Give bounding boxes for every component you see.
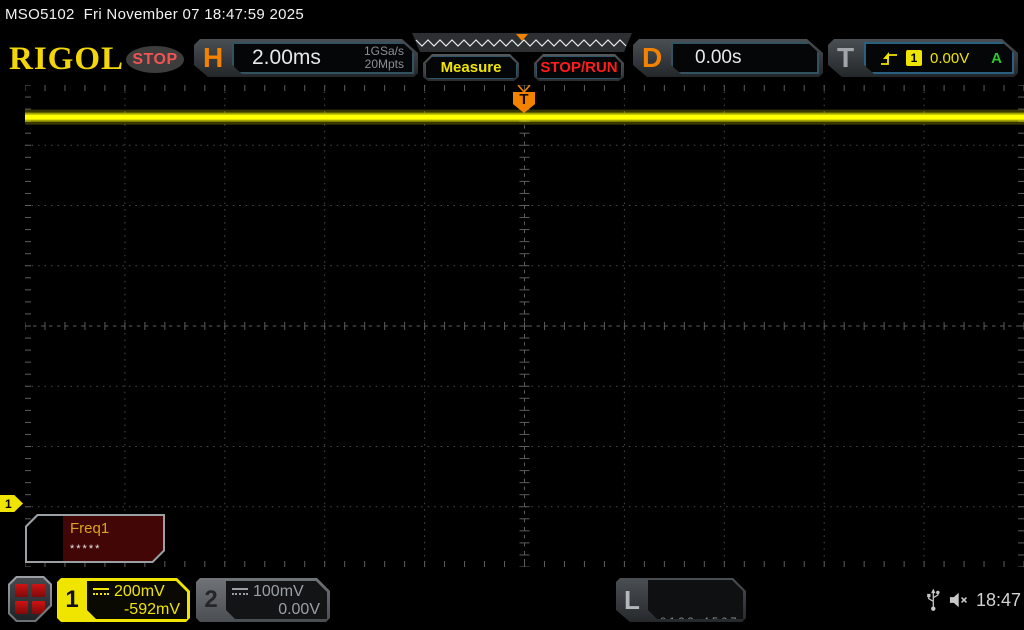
title-bar: MSO5102 Fri November 07 18:47:59 2025 bbox=[5, 6, 304, 23]
horizontal-value-box: 2.00ms 1GSa/s 20Mpts bbox=[232, 42, 414, 74]
trigger-panel[interactable]: T 1 0.00V A bbox=[828, 39, 1018, 77]
datetime-text: Fri November 07 18:47:59 2025 bbox=[83, 6, 305, 23]
delay-value-box: 0.00s bbox=[671, 42, 819, 74]
timebase-value: 2.00ms bbox=[252, 46, 321, 69]
channel-1-number: 1 bbox=[65, 586, 79, 613]
horizontal-panel[interactable]: H 2.00ms 1GSa/s 20Mpts bbox=[194, 39, 418, 77]
channel-2-number: 2 bbox=[204, 586, 218, 613]
logic-analyzer-badge[interactable]: L 0 1 2 3 4 5 6 7 8 9 1011 12131415 bbox=[616, 578, 746, 622]
red-grid-icon bbox=[10, 578, 50, 620]
delay-label: D bbox=[642, 42, 663, 73]
measurement-box-inner: Freq1 ***** bbox=[27, 516, 163, 561]
channel-1-offset: -592mV bbox=[123, 601, 180, 618]
ch1-ground-marker[interactable]: 1 bbox=[0, 495, 23, 512]
oscilloscope-screen: MSO5102 Fri November 07 18:47:59 2025 RI… bbox=[0, 0, 1024, 630]
trigger-value-box: 1 0.00V A bbox=[864, 42, 1014, 74]
logic-row-1: 0 1 2 3 4 5 6 7 bbox=[660, 616, 737, 628]
trigger-label: T bbox=[837, 42, 855, 73]
preview-trigger-position-icon bbox=[516, 34, 528, 41]
trigger-position-marker[interactable]: T bbox=[512, 85, 536, 113]
rising-edge-trigger-icon bbox=[880, 50, 898, 67]
measure-button[interactable]: Measure bbox=[423, 54, 519, 81]
trigger-open-triangle-icon bbox=[517, 85, 531, 93]
waveform-preview-strip[interactable] bbox=[412, 33, 632, 52]
clock-text: 18:47 bbox=[975, 589, 1021, 610]
measurement-box-freq1[interactable]: Freq1 ***** bbox=[25, 514, 165, 563]
speaker-muted-icon[interactable] bbox=[948, 591, 969, 609]
dc-coupling-icon bbox=[93, 588, 109, 595]
measurement-name: Freq1 bbox=[70, 520, 110, 537]
measurement-value: ***** bbox=[70, 543, 102, 555]
trigger-level-value: 0.00V bbox=[930, 49, 970, 67]
channel-1-scale: 200mV bbox=[114, 583, 165, 600]
logic-channel-list: 0 1 2 3 4 5 6 7 8 9 1011 12131415 bbox=[648, 580, 743, 619]
acquisition-status-badge: STOP bbox=[126, 46, 184, 73]
channel-2-scale: 100mV bbox=[253, 583, 304, 600]
acquisition-rates: 1GSa/s 20Mpts bbox=[364, 45, 404, 71]
delay-panel[interactable]: D 0.00s bbox=[633, 39, 823, 77]
dc-coupling-icon bbox=[232, 588, 248, 595]
channel-2-values: 100mV 0.00V bbox=[226, 581, 327, 619]
trigger-source-badge: 1 bbox=[906, 50, 922, 66]
stop-run-button[interactable]: STOP/RUN bbox=[534, 54, 624, 81]
function-navigation-button[interactable] bbox=[8, 576, 52, 622]
horizontal-label: H bbox=[203, 42, 224, 73]
graticule-svg bbox=[25, 85, 1024, 567]
logic-analyzer-label: L bbox=[624, 584, 640, 615]
delay-value: 0.00s bbox=[695, 47, 742, 68]
model-name: MSO5102 bbox=[5, 6, 75, 23]
usb-icon bbox=[927, 588, 940, 611]
trigger-sweep-mode: A bbox=[991, 49, 1002, 67]
trigger-marker-flag: T bbox=[513, 92, 535, 113]
channel-2-badge[interactable]: 2 100mV 0.00V bbox=[196, 578, 330, 622]
channel-1-badge[interactable]: 1 200mV -592mV bbox=[57, 578, 190, 622]
memory-depth: 20Mpts bbox=[364, 57, 404, 71]
channel-2-offset: 0.00V bbox=[278, 601, 320, 618]
measurement-box-red-area: Freq1 ***** bbox=[63, 516, 163, 561]
channel-1-values: 200mV -592mV bbox=[87, 581, 187, 619]
rigol-logo: RIGOL bbox=[9, 41, 125, 77]
status-icons: 18:47 bbox=[926, 585, 1021, 615]
